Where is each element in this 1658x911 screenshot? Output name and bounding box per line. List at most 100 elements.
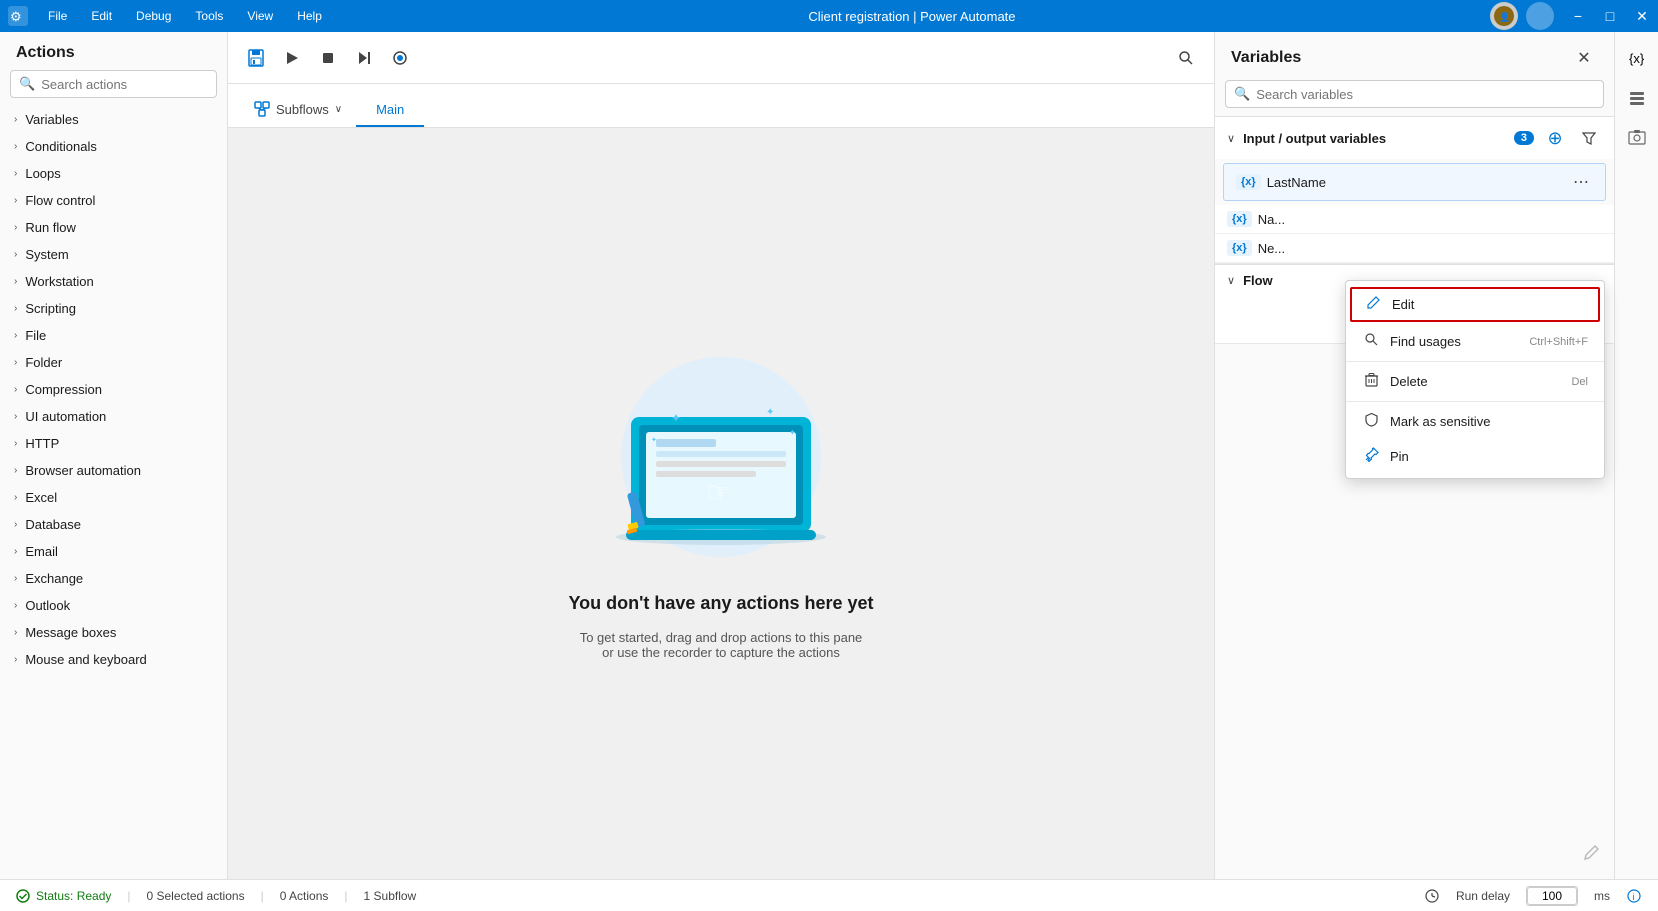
edit-icon: [1364, 295, 1382, 314]
subflow-count-label: 1 Subflow: [364, 889, 417, 903]
menu-help[interactable]: Help: [285, 0, 334, 32]
tab-main[interactable]: Main: [356, 94, 424, 127]
stop-button[interactable]: [312, 42, 344, 74]
info-icon[interactable]: i: [1626, 888, 1642, 904]
delete-shortcut: Del: [1571, 376, 1588, 388]
action-item-http[interactable]: › HTTP: [0, 430, 227, 457]
io-section-count: 3: [1514, 131, 1534, 145]
context-menu-delete[interactable]: Delete Del: [1346, 364, 1604, 399]
action-item-compression[interactable]: › Compression: [0, 376, 227, 403]
action-item-system[interactable]: › System: [0, 241, 227, 268]
action-label: Run flow: [25, 220, 76, 235]
action-item-excel[interactable]: › Excel: [0, 484, 227, 511]
tab-subflows[interactable]: Subflows ∨: [240, 93, 356, 127]
variable-name: LastName: [1267, 175, 1569, 190]
variable-tag: {x}: [1227, 240, 1252, 256]
search-variables-input[interactable]: [1256, 87, 1595, 102]
actions-list: › Variables › Conditionals › Loops › Flo…: [0, 106, 227, 879]
action-item-variables[interactable]: › Variables: [0, 106, 227, 133]
action-label: Scripting: [25, 301, 76, 316]
variable-item-lastname[interactable]: {x} LastName ⋯: [1223, 163, 1606, 201]
context-menu-pin[interactable]: Pin: [1346, 439, 1604, 474]
svg-text:☞: ☞: [706, 477, 731, 508]
action-item-flow-control[interactable]: › Flow control: [0, 187, 227, 214]
run-delay-input[interactable]: [1527, 887, 1577, 905]
close-button[interactable]: ✕: [1626, 0, 1658, 32]
action-label: Conditionals: [25, 139, 97, 154]
restore-button[interactable]: □: [1594, 0, 1626, 32]
action-item-file[interactable]: › File: [0, 322, 227, 349]
subflows-label: Subflows: [276, 102, 329, 117]
step-button[interactable]: [348, 42, 380, 74]
action-label: File: [25, 328, 46, 343]
context-menu: Edit Find usages Ctrl+Shift+F Delete Del: [1345, 280, 1605, 479]
actions-search-box[interactable]: 🔍: [10, 70, 217, 98]
flow-section-chevron-icon: ∨: [1227, 274, 1235, 287]
action-label: Workstation: [25, 274, 93, 289]
chevron-right-icon: ›: [14, 411, 17, 422]
chevron-right-icon: ›: [14, 168, 17, 179]
action-item-outlook[interactable]: › Outlook: [0, 592, 227, 619]
menu-edit[interactable]: Edit: [79, 0, 124, 32]
action-item-scripting[interactable]: › Scripting: [0, 295, 227, 322]
action-item-browser-automation[interactable]: › Browser automation: [0, 457, 227, 484]
action-item-conditionals[interactable]: › Conditionals: [0, 133, 227, 160]
variables-panel-toggle[interactable]: {x}: [1619, 40, 1655, 76]
action-label: HTTP: [25, 436, 59, 451]
context-menu-edit[interactable]: Edit: [1350, 287, 1600, 322]
status-ready: Status: Ready: [16, 889, 111, 903]
filter-button[interactable]: [1576, 125, 1602, 151]
delete-label: Delete: [1390, 374, 1561, 389]
action-item-ui-automation[interactable]: › UI automation: [0, 403, 227, 430]
action-item-exchange[interactable]: › Exchange: [0, 565, 227, 592]
chevron-right-icon: ›: [14, 438, 17, 449]
svg-text:⚙: ⚙: [10, 9, 22, 24]
record-button[interactable]: [384, 42, 416, 74]
variable-item-ne[interactable]: {x} Ne...: [1215, 234, 1614, 263]
variables-close-button[interactable]: ✕: [1570, 44, 1598, 72]
input-output-section-header[interactable]: ∨ Input / output variables 3 ⊕: [1215, 116, 1614, 159]
action-item-message-boxes[interactable]: › Message boxes: [0, 619, 227, 646]
action-label: Message boxes: [25, 625, 116, 640]
delete-icon: [1362, 372, 1380, 391]
menu-file[interactable]: File: [36, 0, 79, 32]
variable-tag: {x}: [1227, 211, 1252, 227]
user-avatar[interactable]: 👤: [1490, 2, 1518, 30]
variables-search-box[interactable]: 🔍: [1225, 80, 1604, 108]
tabs-bar: Subflows ∨ Main: [228, 84, 1214, 128]
context-menu-mark-sensitive[interactable]: Mark as sensitive: [1346, 404, 1604, 439]
action-label: Flow control: [25, 193, 95, 208]
save-button[interactable]: [240, 42, 272, 74]
run-delay-spinner[interactable]: [1526, 886, 1578, 906]
action-item-run-flow[interactable]: › Run flow: [0, 214, 227, 241]
variable-more-button[interactable]: ⋯: [1569, 170, 1593, 194]
add-variable-button[interactable]: ⊕: [1542, 125, 1568, 151]
account-circle[interactable]: [1526, 2, 1554, 30]
run-button[interactable]: [276, 42, 308, 74]
action-item-loops[interactable]: › Loops: [0, 160, 227, 187]
search-actions-input[interactable]: [41, 77, 217, 92]
menu-tools[interactable]: Tools: [183, 0, 235, 32]
action-item-workstation[interactable]: › Workstation: [0, 268, 227, 295]
svg-text:✦: ✦: [766, 407, 774, 418]
variable-name: Na...: [1258, 212, 1602, 227]
minimize-button[interactable]: −: [1562, 0, 1594, 32]
image-button[interactable]: [1619, 120, 1655, 156]
canvas-content: ☞ ✦ ✦ ✦ ✦ You don't have any actions her…: [228, 128, 1214, 879]
status-bar: Status: Ready | 0 Selected actions | 0 A…: [0, 879, 1658, 911]
variables-search-icon: 🔍: [1234, 86, 1250, 102]
svg-text:i: i: [1633, 892, 1635, 902]
menu-view[interactable]: View: [235, 0, 285, 32]
subflows-icon: [254, 101, 270, 117]
menu-debug[interactable]: Debug: [124, 0, 183, 32]
context-menu-find-usages[interactable]: Find usages Ctrl+Shift+F: [1346, 324, 1604, 359]
action-item-database[interactable]: › Database: [0, 511, 227, 538]
action-item-folder[interactable]: › Folder: [0, 349, 227, 376]
variables-panel-title: Variables: [1231, 49, 1301, 67]
action-item-mouse-keyboard[interactable]: › Mouse and keyboard: [0, 646, 227, 673]
canvas-area: Subflows ∨ Main ☞: [228, 32, 1214, 879]
action-item-email[interactable]: › Email: [0, 538, 227, 565]
canvas-search-button[interactable]: [1170, 42, 1202, 74]
layers-button[interactable]: [1619, 80, 1655, 116]
variable-item-na[interactable]: {x} Na...: [1215, 205, 1614, 234]
